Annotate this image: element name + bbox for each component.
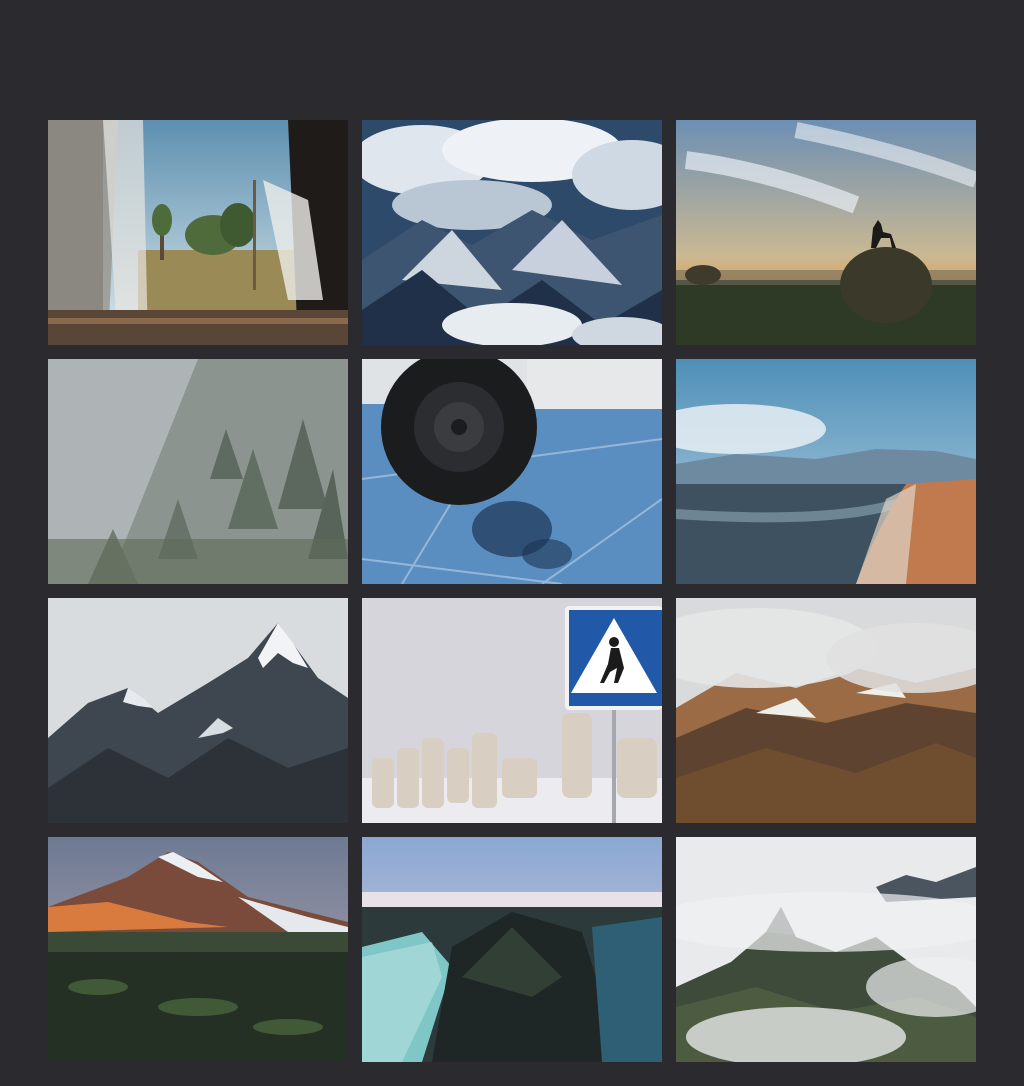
photo-pedestrian-sign-breakwater-image [362, 598, 662, 823]
photo-pedestrian-sign-breakwater[interactable] [362, 598, 662, 823]
photo-car-wheel-on-ice[interactable] [362, 359, 662, 584]
photo-cliff-above-frozen-sea-image [362, 837, 662, 1062]
photo-snowy-mountain-peaks[interactable] [48, 598, 348, 823]
photo-dog-on-haystack-sunset[interactable] [676, 120, 976, 345]
photo-foggy-forest-slope[interactable] [48, 359, 348, 584]
photo-rocky-hills-in-fog[interactable] [676, 598, 976, 823]
photo-dog-on-haystack-sunset-image [676, 120, 976, 345]
photo-lake-shore-mountains-image [676, 359, 976, 584]
photo-volcano-at-dusk[interactable] [48, 837, 348, 1062]
photo-cliff-above-frozen-sea[interactable] [362, 837, 662, 1062]
photo-volcano-at-dusk-image [48, 837, 348, 1062]
photo-train-window-view[interactable] [48, 120, 348, 345]
photo-train-window-view-image [48, 120, 348, 345]
photo-peak-above-clouds-image [676, 837, 976, 1062]
photo-snowy-mountain-peaks-image [48, 598, 348, 823]
photo-gallery [48, 120, 976, 1062]
photo-rocky-hills-in-fog-image [676, 598, 976, 823]
photo-clouds-over-mountains[interactable] [362, 120, 662, 345]
photo-car-wheel-on-ice-image [362, 359, 662, 584]
photo-lake-shore-mountains[interactable] [676, 359, 976, 584]
photo-foggy-forest-slope-image [48, 359, 348, 584]
photo-peak-above-clouds[interactable] [676, 837, 976, 1062]
photo-clouds-over-mountains-image [362, 120, 662, 345]
